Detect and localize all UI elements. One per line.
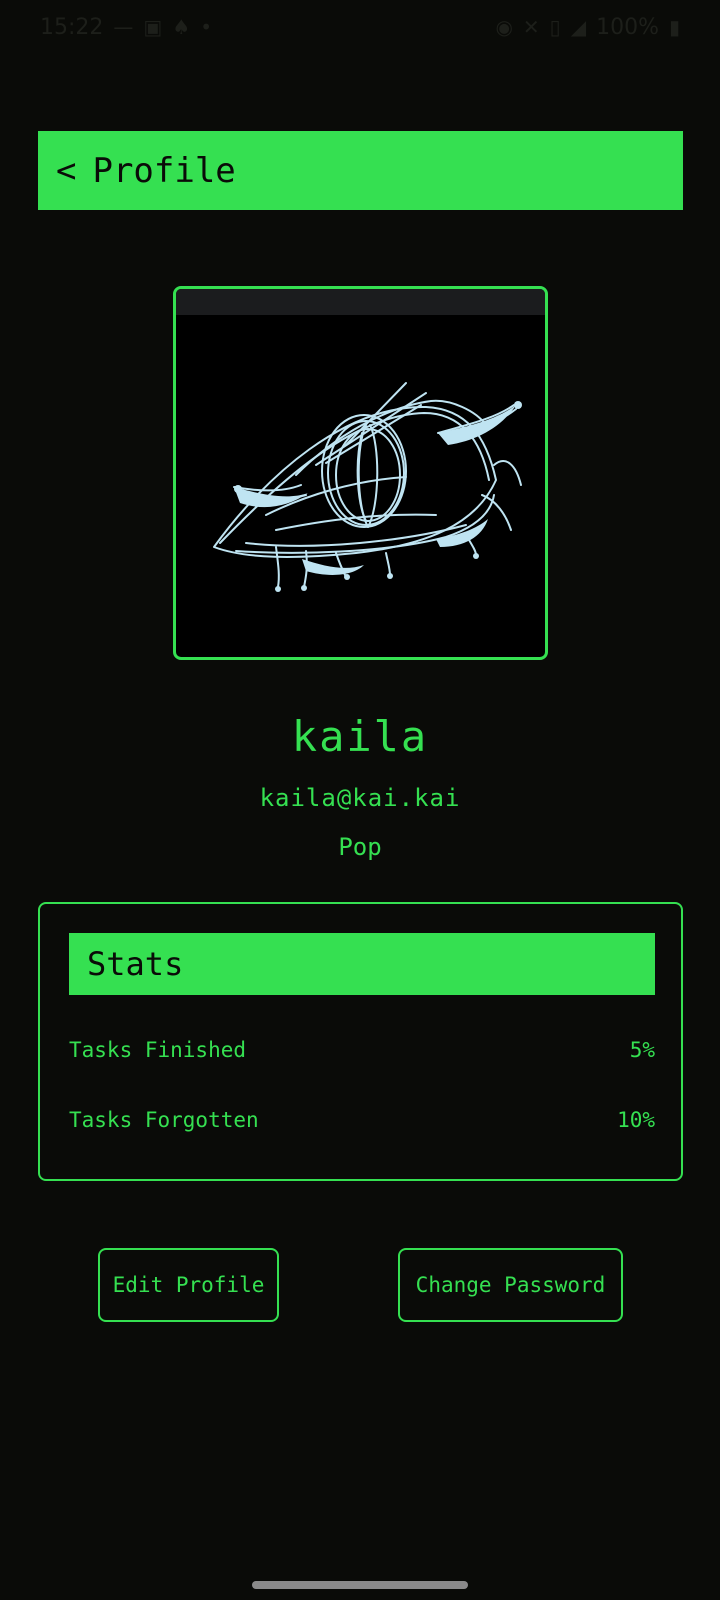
dot-icon: • xyxy=(200,15,213,39)
profile-header[interactable]: < Profile xyxy=(38,131,683,210)
stats-title: Stats xyxy=(87,945,184,983)
gallery-icon: ▣ xyxy=(143,15,163,39)
avatar-top-strip xyxy=(176,289,545,315)
battery-level: 100% xyxy=(596,14,659,40)
stat-value: 5% xyxy=(629,1038,655,1062)
status-time: 15:22 xyxy=(40,14,104,40)
profile-screen: 15:22 — ▣ ♠ • ◉ ✕ ▯ ◢ 100% ▮ < Profile k… xyxy=(0,0,720,1600)
edit-profile-button[interactable]: Edit Profile xyxy=(98,1248,279,1322)
user-name: kaila xyxy=(291,712,429,761)
stat-row-tasks-forgotten: Tasks Forgotten 10% xyxy=(69,1108,655,1132)
back-icon[interactable]: < xyxy=(56,151,76,191)
stat-value: 10% xyxy=(617,1108,655,1132)
stats-card: Stats Tasks Finished 5% Tasks Forgotten … xyxy=(38,902,683,1181)
wifi-icon: ◢ xyxy=(570,15,587,39)
avatar xyxy=(173,286,548,660)
battery-icon: ▮ xyxy=(668,15,680,39)
page-title: Profile xyxy=(92,150,236,191)
dash-icon: — xyxy=(113,15,134,39)
user-email: kaila@kai.kai xyxy=(259,784,461,812)
change-password-button[interactable]: Change Password xyxy=(398,1248,623,1322)
status-right: ◉ ✕ ▯ ◢ 100% ▮ xyxy=(495,15,680,40)
notification-icon: ♠ xyxy=(172,15,191,39)
stat-row-tasks-finished: Tasks Finished 5% xyxy=(69,1038,655,1062)
stat-label: Tasks Forgotten xyxy=(69,1108,259,1132)
stat-label: Tasks Finished xyxy=(69,1038,247,1062)
status-left: 15:22 — ▣ ♠ • xyxy=(40,15,212,40)
status-bar: 15:22 — ▣ ♠ • ◉ ✕ ▯ ◢ 100% ▮ xyxy=(0,0,720,54)
eye-sketch-image xyxy=(213,382,522,592)
alarm-icon: ◉ xyxy=(495,15,513,39)
vibrate-icon: ▯ xyxy=(549,15,561,39)
home-indicator[interactable] xyxy=(252,1581,468,1589)
mute-icon: ✕ xyxy=(522,15,540,39)
stats-header: Stats xyxy=(69,933,655,995)
user-role: Pop xyxy=(338,833,382,861)
